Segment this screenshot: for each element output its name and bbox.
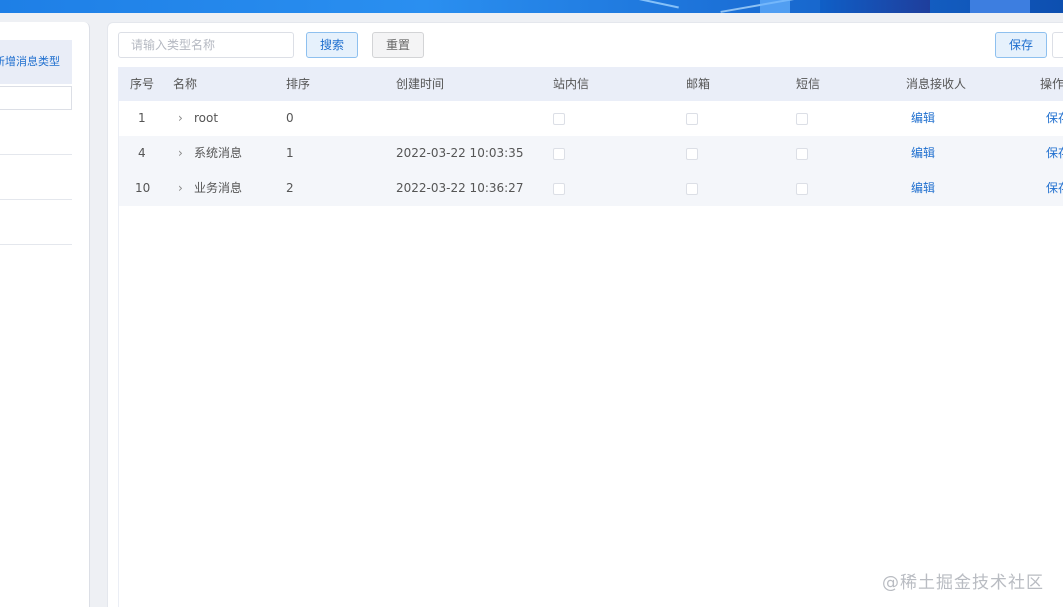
watermark: @稀土掘金技术社区 <box>882 573 1044 593</box>
banner-decoration <box>561 0 679 9</box>
email-checkbox[interactable] <box>686 148 698 160</box>
header-index: 序号 <box>130 77 155 91</box>
banner-decoration <box>820 0 930 13</box>
table-row: 10 › 业务消息 2 2022-03-22 10:36:27 编辑 保存 <box>118 171 1063 206</box>
cell-name: 系统消息 <box>194 146 243 160</box>
header-sort: 排序 <box>286 77 311 91</box>
cell-name: root <box>194 111 219 125</box>
message-type-table: 序号 名称 排序 创建时间 站内信 邮箱 短信 消息接收人 操作 1 › roo… <box>118 67 1063 206</box>
top-banner <box>0 0 1063 13</box>
cell-sort: 1 <box>286 146 294 160</box>
more-button[interactable] <box>1052 32 1063 58</box>
header-email: 邮箱 <box>686 77 711 91</box>
cell-index: 10 <box>135 181 151 195</box>
cell-index: 4 <box>138 146 146 160</box>
site-msg-checkbox[interactable] <box>553 113 565 125</box>
table-row: 1 › root 0 编辑 保存 <box>118 101 1063 136</box>
main-panel: 搜索 重置 保存 序号 名称 排序 创建时间 站内信 邮箱 短信 消息接收人 操… <box>107 22 1063 607</box>
edit-receiver-link[interactable]: 编辑 <box>911 136 935 171</box>
header-sms: 短信 <box>796 77 821 91</box>
email-checkbox[interactable] <box>686 113 698 125</box>
search-button[interactable]: 搜索 <box>306 32 358 58</box>
chevron-right-icon[interactable]: › <box>178 171 183 206</box>
sms-checkbox[interactable] <box>796 113 808 125</box>
left-filter-input[interactable] <box>0 86 72 110</box>
cell-created: 2022-03-22 10:36:27 <box>396 181 524 195</box>
left-divider <box>0 244 72 245</box>
header-created: 创建时间 <box>396 77 445 91</box>
left-panel: 新增消息类型 <box>0 22 90 607</box>
table-row: 4 › 系统消息 1 2022-03-22 10:03:35 编辑 保存 <box>118 136 1063 171</box>
cell-sort: 0 <box>286 111 294 125</box>
chevron-right-icon[interactable]: › <box>178 136 183 171</box>
left-divider <box>0 154 72 155</box>
header-ops: 操作 <box>1040 77 1063 91</box>
header-receiver: 消息接收人 <box>906 77 967 91</box>
save-row-link[interactable]: 保存 <box>1046 171 1063 206</box>
save-row-link[interactable]: 保存 <box>1046 101 1063 136</box>
edit-receiver-link[interactable]: 编辑 <box>911 171 935 206</box>
table-border <box>118 101 119 607</box>
header-site-msg: 站内信 <box>553 77 590 91</box>
site-msg-checkbox[interactable] <box>553 148 565 160</box>
banner-decoration <box>760 0 790 13</box>
cell-created: 2022-03-22 10:03:35 <box>396 146 524 160</box>
cell-index: 1 <box>138 111 146 125</box>
chevron-right-icon[interactable]: › <box>178 101 183 136</box>
sms-checkbox[interactable] <box>796 148 808 160</box>
add-message-type-button[interactable]: 新增消息类型 <box>0 40 72 84</box>
email-checkbox[interactable] <box>686 183 698 195</box>
edit-receiver-link[interactable]: 编辑 <box>911 101 935 136</box>
reset-button[interactable]: 重置 <box>372 32 424 58</box>
table-header: 序号 名称 排序 创建时间 站内信 邮箱 短信 消息接收人 操作 <box>118 67 1063 101</box>
left-divider <box>0 199 72 200</box>
cell-name: 业务消息 <box>194 181 243 195</box>
cell-sort: 2 <box>286 181 294 195</box>
type-name-search-input[interactable] <box>118 32 294 58</box>
banner-decoration <box>970 0 1030 13</box>
header-name: 名称 <box>173 77 198 91</box>
save-button[interactable]: 保存 <box>995 32 1047 58</box>
sms-checkbox[interactable] <box>796 183 808 195</box>
site-msg-checkbox[interactable] <box>553 183 565 195</box>
save-row-link[interactable]: 保存 <box>1046 136 1063 171</box>
